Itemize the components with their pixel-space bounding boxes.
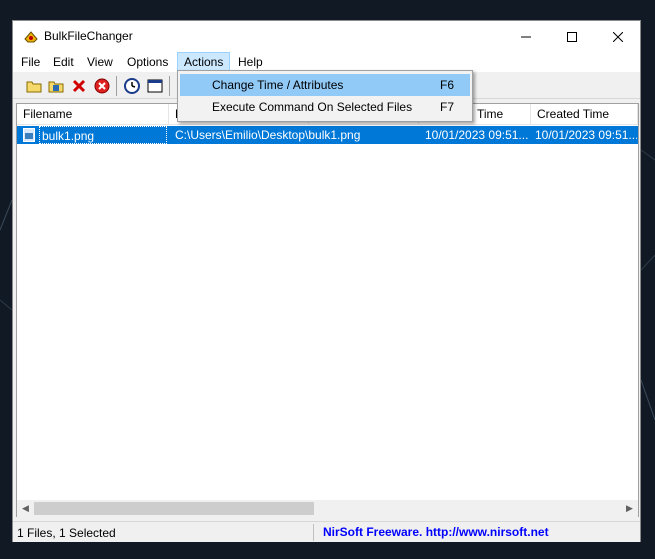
toolbar-separator	[116, 76, 117, 96]
window-properties-button[interactable]	[146, 77, 164, 95]
app-icon	[24, 31, 38, 43]
folder-add-icon	[48, 81, 64, 93]
column-created-time[interactable]: Created Time	[531, 104, 638, 125]
menu-change-time-attributes[interactable]: Change Time / Attributes F6	[180, 74, 470, 96]
minimize-icon	[521, 36, 531, 37]
image-file-icon	[23, 128, 35, 142]
scrollbar-thumb[interactable]	[34, 502, 314, 515]
menu-options[interactable]: Options	[121, 52, 174, 72]
window-icon	[147, 79, 163, 93]
window-title: BulkFileChanger	[44, 29, 133, 43]
delete-x-icon	[72, 79, 86, 93]
menu-view[interactable]: View	[81, 52, 119, 72]
cell-filename: bulk1.png	[39, 126, 167, 144]
menu-actions[interactable]: Actions	[177, 52, 231, 72]
status-separator	[313, 524, 314, 541]
change-time-button[interactable]	[123, 77, 141, 95]
folder-open-icon	[26, 81, 42, 93]
menu-edit[interactable]: Edit	[47, 52, 80, 72]
toolbar-separator	[169, 76, 170, 96]
menu-item-shortcut: F6	[440, 78, 455, 92]
actions-dropdown: Change Time / Attributes F6 Execute Comm…	[177, 70, 473, 122]
scroll-left-icon[interactable]: ◀	[17, 500, 34, 517]
file-list[interactable]: Filename F Time Created Time bulk1.png C…	[16, 103, 639, 517]
cancel-circle-icon	[94, 78, 110, 94]
menu-item-shortcut: F7	[440, 100, 455, 114]
cell-created-time: 10/01/2023 09:51...	[535, 128, 637, 142]
clock-icon	[124, 78, 140, 94]
nirsoft-link[interactable]: NirSoft Freeware. http://www.nirsoft.net	[323, 525, 549, 539]
maximize-icon	[567, 31, 577, 42]
table-row[interactable]: bulk1.png C:\Users\Emilio\Desktop\bulk1.…	[17, 126, 638, 144]
add-files-button[interactable]	[47, 77, 65, 95]
title-bar[interactable]: BulkFileChanger	[13, 21, 640, 52]
menu-bar: File Edit View Options Actions Help	[13, 52, 640, 72]
cell-path: C:\Users\Emilio\Desktop\bulk1.png	[175, 128, 361, 142]
open-folder-button[interactable]	[25, 77, 43, 95]
maximize-button[interactable]	[549, 21, 595, 52]
cell-modified-time: 10/01/2023 09:51...	[425, 128, 529, 142]
menu-item-label: Change Time / Attributes	[212, 78, 344, 92]
scroll-right-icon[interactable]: ▶	[621, 500, 638, 517]
close-icon	[613, 31, 623, 42]
menu-item-label: Execute Command On Selected Files	[212, 100, 413, 114]
status-selection-count: 1 Files, 1 Selected	[17, 526, 116, 540]
minimize-button[interactable]	[503, 21, 549, 52]
remove-button[interactable]	[70, 77, 88, 95]
column-filename[interactable]: Filename	[17, 104, 169, 125]
status-bar: 1 Files, 1 Selected NirSoft Freeware. ht…	[13, 521, 640, 542]
menu-help[interactable]: Help	[232, 52, 269, 72]
menu-file[interactable]: File	[15, 52, 46, 72]
horizontal-scrollbar[interactable]: ◀ ▶	[17, 500, 638, 517]
close-button[interactable]	[595, 21, 641, 52]
clear-all-button[interactable]	[93, 77, 111, 95]
menu-execute-command[interactable]: Execute Command On Selected Files F7	[180, 96, 470, 118]
